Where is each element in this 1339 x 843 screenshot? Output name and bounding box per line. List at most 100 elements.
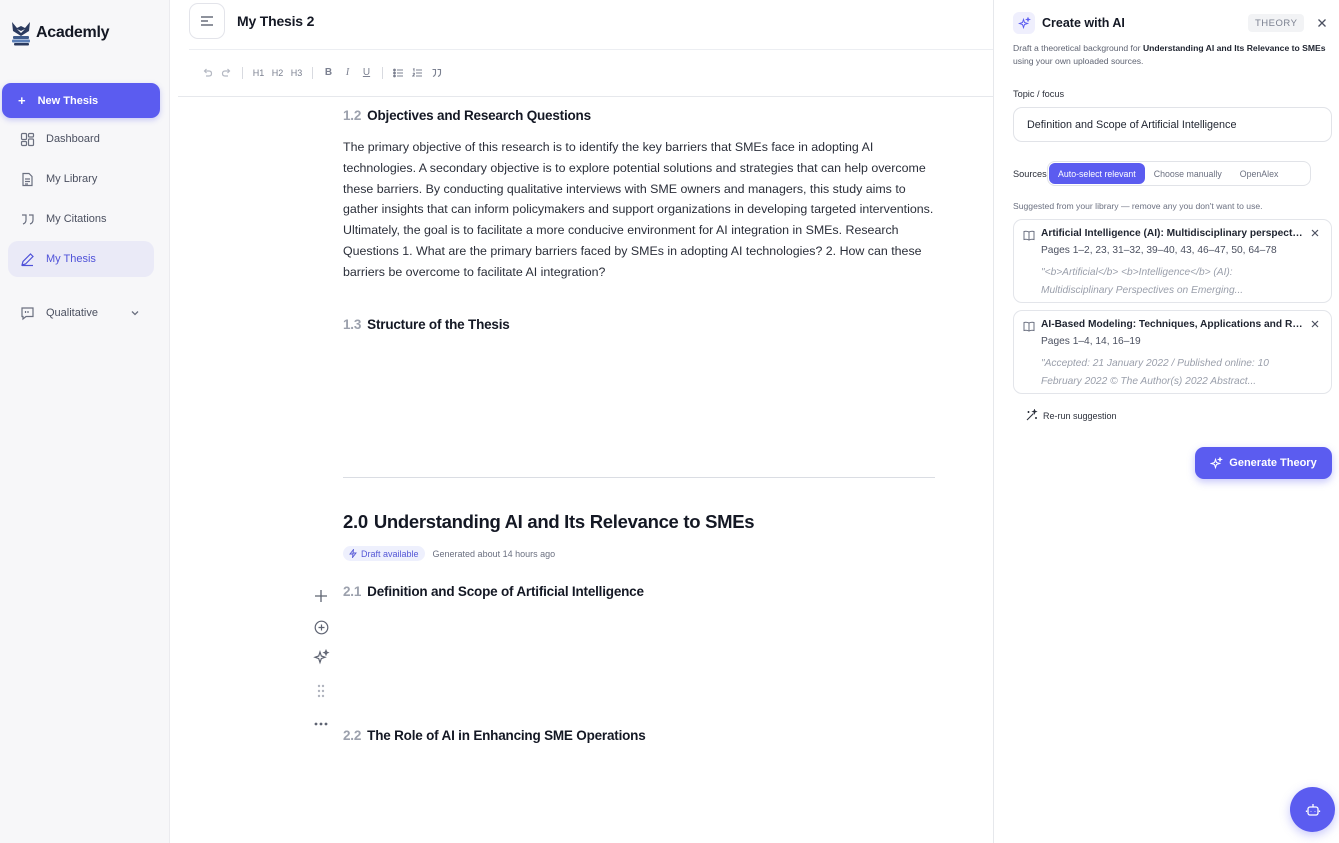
plus-icon: + — [18, 93, 26, 108]
body-paragraph[interactable]: The primary objective of this research i… — [343, 137, 943, 283]
blockquote-button[interactable] — [427, 64, 446, 81]
mode-tag: THEORY — [1248, 14, 1305, 32]
panel-icon — [1013, 12, 1035, 34]
close-icon — [1311, 320, 1319, 328]
generate-theory-button[interactable]: Generate Theory — [1195, 447, 1332, 479]
generated-timestamp: Generated about 14 hours ago — [432, 548, 556, 559]
drag-handle[interactable] — [312, 682, 330, 700]
new-thesis-button[interactable]: + New Thesis — [2, 83, 160, 118]
draft-available-badge[interactable]: Draft available — [343, 546, 425, 561]
generate-label: Generate Theory — [1229, 457, 1317, 469]
document-title[interactable]: My Thesis 2 — [237, 13, 314, 29]
plus-circle-icon — [314, 620, 328, 634]
sidebar-item-label: Qualitative — [46, 307, 98, 319]
assistant-fab-button[interactable] — [1290, 787, 1335, 832]
section-heading-1-2[interactable]: 1.2 Objectives and Research Questions — [343, 108, 591, 123]
ai-generate-button[interactable] — [312, 648, 330, 666]
quote-icon — [432, 68, 442, 77]
numbered-list-icon — [412, 67, 422, 76]
toolbar-separator — [382, 66, 383, 79]
sidebar-item-my-thesis[interactable]: My Thesis — [8, 241, 154, 277]
suggestion-note: Suggested from your library — remove any… — [1013, 201, 1263, 211]
source-mode-auto[interactable]: Auto-select relevant — [1049, 163, 1145, 184]
robot-icon — [1305, 803, 1320, 816]
remove-source-button[interactable] — [1309, 227, 1321, 239]
section-heading-1-3[interactable]: 1.3 Structure of the Thesis — [343, 317, 510, 332]
redo-button[interactable] — [217, 64, 236, 81]
toolbar-separator — [242, 66, 243, 79]
bullet-list-icon — [393, 68, 403, 77]
remove-source-button[interactable] — [1309, 318, 1321, 330]
brand-logo[interactable]: Academly — [10, 20, 110, 46]
heading-1-button[interactable]: H1 — [249, 64, 268, 81]
section-number: 1.2 — [343, 108, 362, 123]
lightning-icon — [349, 549, 357, 558]
source-card[interactable]: Artificial Intelligence (AI): Multidisci… — [1013, 219, 1332, 303]
formatting-toolbar: H1 H2 H3 B I U — [198, 64, 446, 81]
chapter-number: 2.0 — [343, 511, 368, 532]
section-title: Objectives and Research Questions — [367, 108, 591, 123]
dashboard-icon — [20, 132, 35, 146]
source-pages: Pages 1–4, 14, 16–19 — [1041, 336, 1141, 347]
insert-block-button[interactable] — [312, 618, 330, 636]
plus-icon — [315, 590, 327, 602]
bullet-list-button[interactable] — [389, 64, 408, 81]
underline-button[interactable]: U — [357, 64, 376, 81]
rerun-suggestion-button[interactable]: Re-run suggestion — [1025, 409, 1117, 422]
source-title: AI-Based Modeling: Techniques, Applicati… — [1041, 319, 1303, 330]
chat-bracket-icon — [21, 306, 34, 320]
more-dots-icon — [314, 722, 328, 726]
desc-prefix: Draft a theoretical background for — [1013, 43, 1143, 53]
numbered-list-button[interactable] — [408, 64, 427, 81]
toolbar-separator — [312, 66, 313, 79]
sources-label: Sources — [1013, 169, 1047, 179]
section-number: 2.2 — [343, 728, 362, 743]
add-block-button[interactable] — [312, 587, 330, 605]
divider — [178, 96, 993, 97]
heading-3-button[interactable]: H3 — [287, 64, 306, 81]
document-icon — [22, 172, 33, 186]
divider — [189, 49, 993, 50]
close-panel-button[interactable] — [1315, 16, 1329, 30]
sidebar-item-my-library[interactable]: My Library — [8, 161, 154, 197]
topic-label: Topic / focus — [1013, 89, 1065, 99]
grip-dots-icon — [317, 684, 325, 698]
brand-name: Academly — [36, 24, 110, 41]
source-card[interactable]: AI-Based Modeling: Techniques, Applicati… — [1013, 310, 1332, 394]
quote-icon — [22, 213, 34, 225]
source-mode-manual[interactable]: Choose manually — [1145, 163, 1231, 184]
undo-button[interactable] — [198, 64, 217, 81]
sidebar-item-dashboard[interactable]: Dashboard — [8, 121, 154, 157]
menu-lines-icon — [201, 16, 213, 26]
heading-2-button[interactable]: H2 — [268, 64, 287, 81]
sparkles-icon — [1210, 456, 1224, 469]
chevron-down-icon[interactable] — [130, 308, 140, 318]
desc-chapter-title: Understanding AI and Its Relevance to SM… — [1142, 43, 1326, 53]
source-mode-openalex[interactable]: OpenAlex — [1231, 163, 1288, 184]
chapter-divider — [343, 477, 935, 478]
panel-title: Create with AI — [1042, 16, 1125, 30]
topic-input[interactable] — [1013, 107, 1332, 142]
magic-wand-icon — [1026, 409, 1038, 421]
section-title: The Role of AI in Enhancing SME Operatio… — [367, 728, 646, 743]
outline-toggle-button[interactable] — [189, 3, 225, 39]
panel-description: Draft a theoretical background for Under… — [1013, 42, 1331, 68]
book-icon — [1023, 321, 1035, 332]
sidebar-item-qualitative[interactable]: Qualitative — [8, 295, 154, 331]
chapter-heading-2-0[interactable]: 2.0 Understanding AI and Its Relevance t… — [343, 511, 755, 533]
book-icon — [1023, 230, 1035, 241]
italic-button[interactable]: I — [338, 64, 357, 81]
block-more-button[interactable] — [312, 715, 330, 733]
section-heading-2-1[interactable]: 2.1 Definition and Scope of Artificial I… — [343, 584, 644, 599]
section-heading-2-2[interactable]: 2.2 The Role of AI in Enhancing SME Oper… — [343, 728, 646, 743]
bold-button[interactable]: B — [319, 64, 338, 81]
fox-books-logo-icon — [12, 22, 30, 46]
pen-icon — [21, 252, 34, 266]
sidebar-item-my-citations[interactable]: My Citations — [8, 201, 154, 237]
section-title: Structure of the Thesis — [367, 317, 510, 332]
new-thesis-label: New Thesis — [37, 94, 99, 107]
draft-status-row: Draft available Generated about 14 hours… — [343, 546, 555, 561]
rerun-label: Re-run suggestion — [1043, 410, 1117, 421]
draft-badge-label: Draft available — [361, 548, 419, 559]
desc-suffix: using your own uploaded sources. — [1013, 56, 1144, 66]
